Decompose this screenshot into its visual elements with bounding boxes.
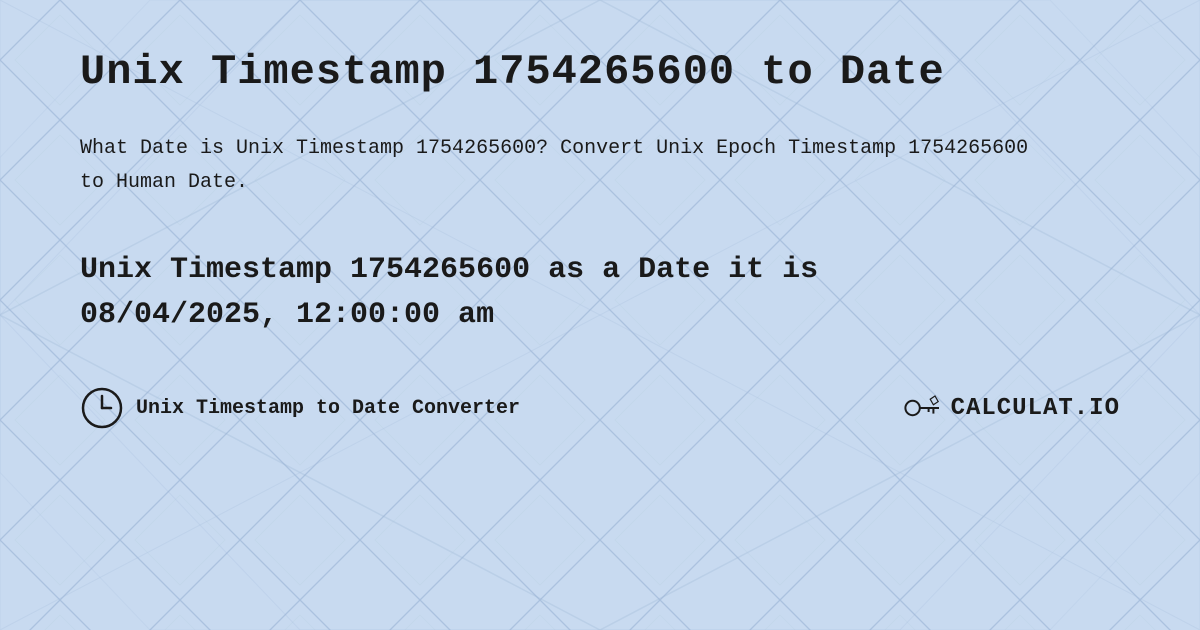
page-title: Unix Timestamp 1754265600 to Date <box>80 48 1120 96</box>
footer: Unix Timestamp to Date Converter CALCULA… <box>80 386 1120 430</box>
footer-label: Unix Timestamp to Date Converter <box>136 397 520 420</box>
logo: CALCULAT.IO <box>903 388 1120 428</box>
footer-left: Unix Timestamp to Date Converter <box>80 386 520 430</box>
result-line2: 08/04/2025, 12:00:00 am <box>80 298 494 332</box>
result-text: Unix Timestamp 1754265600 as a Date it i… <box>80 248 1120 338</box>
result-line1: Unix Timestamp 1754265600 as a Date it i… <box>80 253 818 287</box>
result-section: Unix Timestamp 1754265600 as a Date it i… <box>80 248 1120 338</box>
logo-icon <box>903 388 943 428</box>
page-description: What Date is Unix Timestamp 1754265600? … <box>80 132 1060 200</box>
logo-text: CALCULAT.IO <box>951 395 1120 422</box>
clock-icon <box>80 386 124 430</box>
